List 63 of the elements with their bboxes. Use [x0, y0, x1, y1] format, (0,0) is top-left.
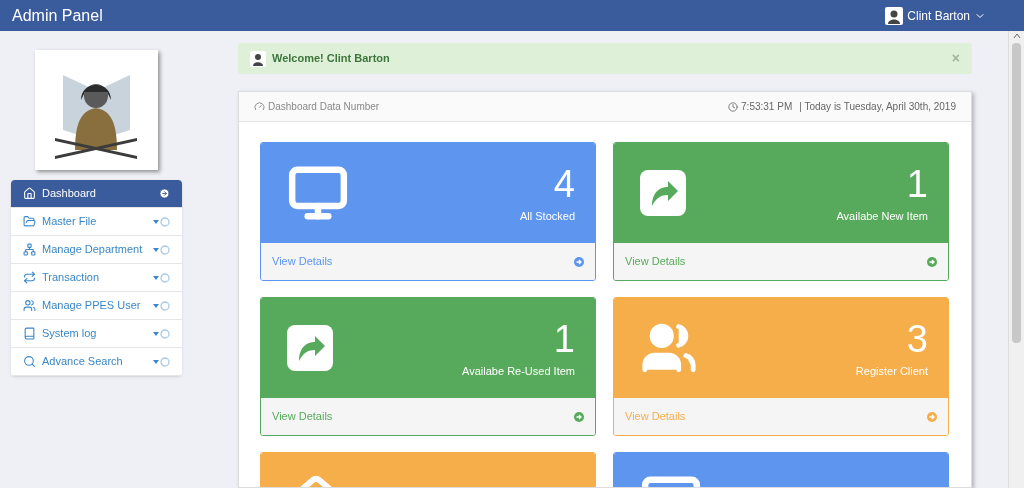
circle-icon — [160, 356, 170, 367]
gauge-icon — [254, 101, 265, 112]
scroll-up-icon — [1012, 33, 1021, 39]
arrow-circle-icon — [927, 256, 937, 267]
scroll-thumb[interactable] — [1012, 43, 1021, 343]
item-label: Manage PPES User — [42, 298, 142, 314]
arrow-circle-icon — [159, 188, 170, 199]
sidebar-item[interactable]: Manage PPES User — [11, 292, 182, 320]
arrow-circle-icon — [927, 411, 937, 422]
stat-label: Availabe Re-Used Item — [462, 363, 575, 379]
clock-icon — [728, 101, 739, 112]
caret-icon — [153, 275, 159, 280]
app-title: Admin Panel — [12, 5, 103, 26]
arrow-circle-icon — [574, 411, 584, 422]
sidebar-item[interactable]: Master File — [11, 208, 182, 236]
avatar-icon — [250, 50, 266, 67]
stat-number: 1 — [906, 161, 928, 206]
view-details-link[interactable]: View Details — [614, 243, 948, 280]
caret-icon — [153, 247, 159, 252]
date-text: | Today is Tuesday, April 30th, 2019 — [799, 100, 956, 114]
home-icon — [23, 187, 36, 200]
stat-number: 3 — [906, 316, 928, 361]
folder-icon — [23, 215, 36, 228]
item-label: System log — [42, 326, 98, 342]
book-icon — [23, 327, 36, 340]
caret-icon — [153, 331, 159, 336]
item-label: Dashboard — [42, 186, 97, 202]
welcome-message: Welcome! Clint Barton — [272, 51, 391, 67]
circle-icon — [160, 272, 170, 283]
item-label: Manage Department — [42, 242, 144, 258]
view-details-link[interactable]: View Details — [261, 398, 595, 435]
stat-number: 4 — [553, 161, 575, 206]
avatar-icon — [885, 6, 904, 25]
panel-title: Dashboard Data Number — [268, 100, 380, 114]
sidebar-item[interactable]: System log — [11, 320, 182, 348]
sitemap-icon — [23, 243, 36, 256]
share-icon — [640, 170, 686, 216]
time-text: 7:53:31 PM — [741, 100, 793, 114]
share-icon — [287, 325, 333, 371]
sidebar-item[interactable]: Transaction — [11, 264, 182, 292]
circle-icon — [160, 328, 170, 339]
sidebar-item[interactable]: Advance Search — [11, 348, 182, 376]
user-menu[interactable]: Clint Barton — [885, 6, 986, 25]
sidebar-item[interactable]: Dashboard — [11, 180, 182, 208]
caret-icon — [153, 303, 159, 308]
arrow-circle-icon — [574, 256, 584, 267]
circle-icon — [160, 300, 170, 311]
item-label: Advance Search — [42, 354, 124, 370]
stat-label: Availabe New Item — [836, 208, 928, 224]
repeat-icon — [23, 271, 36, 284]
caret-icon — [153, 219, 159, 224]
view-details-link[interactable]: View Details — [261, 243, 595, 280]
circle-icon — [160, 244, 170, 255]
search-icon — [23, 355, 36, 368]
circle-icon — [160, 216, 170, 227]
item-label: Transaction — [42, 270, 101, 286]
caret-icon — [153, 359, 159, 364]
sidebar-item[interactable]: Manage Department — [11, 236, 182, 264]
stat-number: 1 — [553, 316, 575, 361]
users-icon — [23, 299, 36, 312]
stat-label: Register Client — [855, 363, 928, 379]
item-label: Master File — [42, 214, 98, 230]
stat-label: All Stocked — [519, 208, 575, 224]
